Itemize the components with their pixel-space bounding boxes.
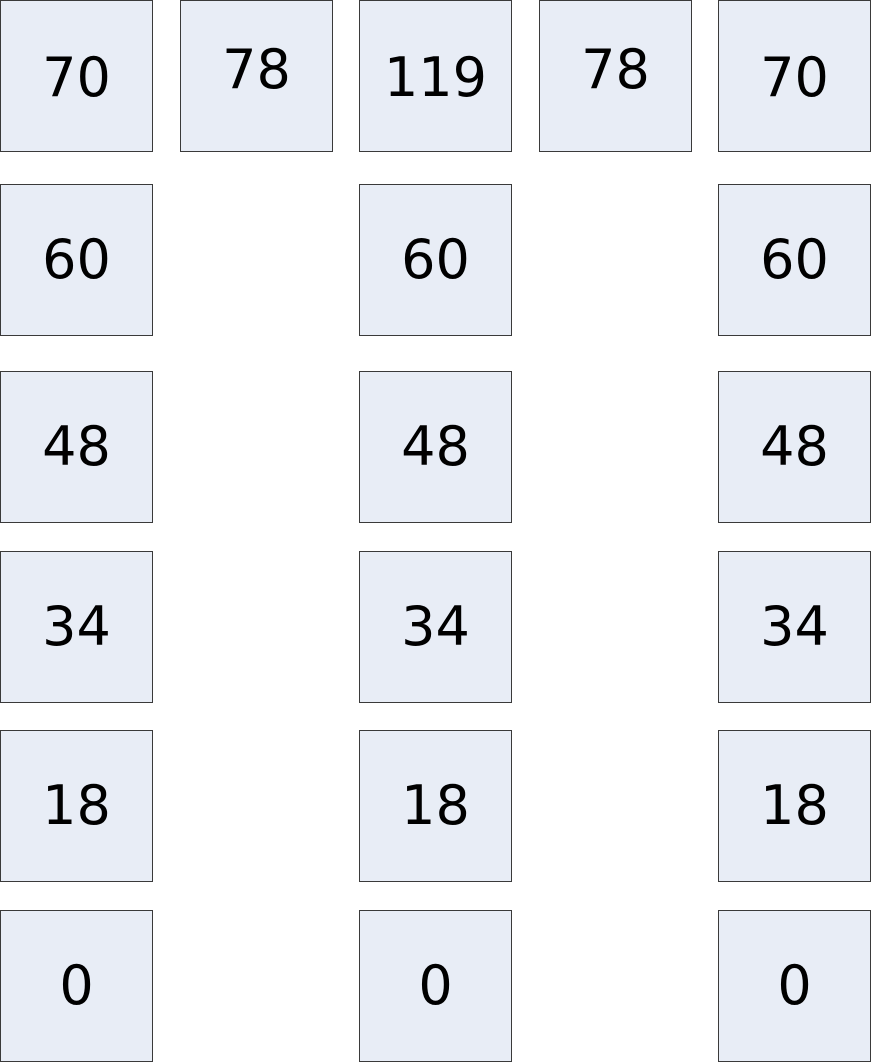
cell-row0-col3: 78 [539, 0, 692, 152]
cell-middle-4: 18 [359, 730, 512, 882]
cell-right-2: 48 [718, 371, 871, 523]
cell-value: 48 [760, 415, 829, 478]
cell-value: 70 [760, 46, 829, 109]
cell-value: 48 [401, 415, 470, 478]
cell-left-4: 18 [0, 730, 153, 882]
cell-middle-5: 0 [359, 910, 512, 1062]
cell-right-3: 34 [718, 551, 871, 703]
cell-value: 48 [42, 415, 111, 478]
cell-right-1: 60 [718, 184, 871, 336]
cell-value: 60 [42, 228, 111, 291]
cell-middle-1: 60 [359, 184, 512, 336]
cell-right-5: 0 [718, 910, 871, 1062]
cell-value: 0 [777, 954, 812, 1017]
cell-value: 60 [760, 228, 829, 291]
cell-value: 34 [760, 595, 829, 658]
cell-left-5: 0 [0, 910, 153, 1062]
cell-value: 119 [383, 46, 488, 109]
cell-value: 34 [401, 595, 470, 658]
cell-value: 18 [760, 774, 829, 837]
cell-left-3: 34 [0, 551, 153, 703]
cell-middle-3: 34 [359, 551, 512, 703]
cell-left-2: 48 [0, 371, 153, 523]
cell-left-1: 60 [0, 184, 153, 336]
cell-row0-col0: 70 [0, 0, 153, 152]
cell-value: 18 [42, 774, 111, 837]
cell-value: 78 [581, 38, 650, 101]
cell-right-4: 18 [718, 730, 871, 882]
cell-value: 78 [222, 38, 291, 101]
cell-value: 0 [418, 954, 453, 1017]
cell-middle-2: 48 [359, 371, 512, 523]
cell-row0-col4: 70 [718, 0, 871, 152]
cell-value: 34 [42, 595, 111, 658]
cell-value: 18 [401, 774, 470, 837]
cell-row0-col2: 119 [359, 0, 512, 152]
cell-value: 0 [59, 954, 94, 1017]
cell-value: 70 [42, 46, 111, 109]
cell-value: 60 [401, 228, 470, 291]
cell-row0-col1: 78 [180, 0, 333, 152]
